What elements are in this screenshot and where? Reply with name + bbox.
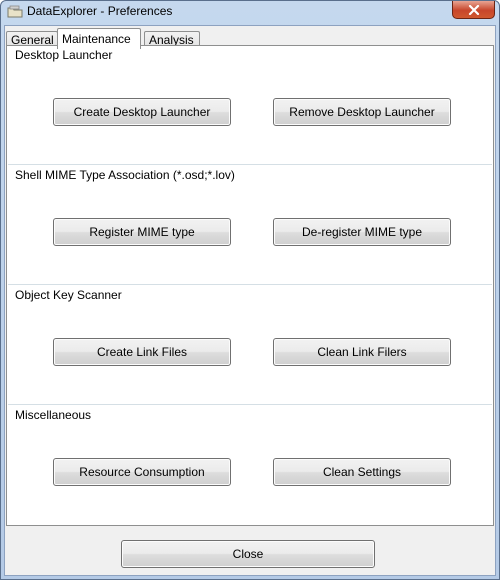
group-title-desktop-launcher: Desktop Launcher (15, 48, 117, 62)
register-mime-type-button[interactable]: Register MIME type (53, 218, 231, 246)
close-icon (468, 5, 480, 15)
resource-consumption-button[interactable]: Resource Consumption (53, 458, 231, 486)
close-button[interactable]: Close (121, 540, 375, 568)
group-divider (8, 404, 492, 406)
group-title-object-key-scanner: Object Key Scanner (15, 288, 126, 302)
create-desktop-launcher-button[interactable]: Create Desktop Launcher (53, 98, 231, 126)
group-divider (8, 284, 492, 286)
group-title-mime-association: Shell MIME Type Association (*.osd;*.lov… (15, 168, 239, 182)
clean-settings-button[interactable]: Clean Settings (273, 458, 451, 486)
remove-desktop-launcher-button[interactable]: Remove Desktop Launcher (273, 98, 451, 126)
create-link-files-button[interactable]: Create Link Files (53, 338, 231, 366)
group-divider (8, 164, 492, 166)
maintenance-pane: Desktop Launcher Create Desktop Launcher… (6, 45, 494, 526)
group-title-miscellaneous: Miscellaneous (15, 408, 96, 422)
deregister-mime-type-button[interactable]: De-register MIME type (273, 218, 451, 246)
window-title: DataExplorer - Preferences (27, 4, 173, 18)
tab-maintenance[interactable]: Maintenance (57, 28, 141, 49)
app-icon (7, 5, 23, 18)
tab-maintenance-label: Maintenance (62, 32, 131, 46)
window-close-button[interactable] (452, 1, 495, 19)
clean-link-files-button[interactable]: Clean Link Filers (273, 338, 451, 366)
preferences-window: DataExplorer - Preferences General Maint… (0, 0, 500, 580)
client-area: General Maintenance Analysis Desktop Lau… (4, 25, 496, 576)
title-bar[interactable]: DataExplorer - Preferences (1, 1, 499, 23)
